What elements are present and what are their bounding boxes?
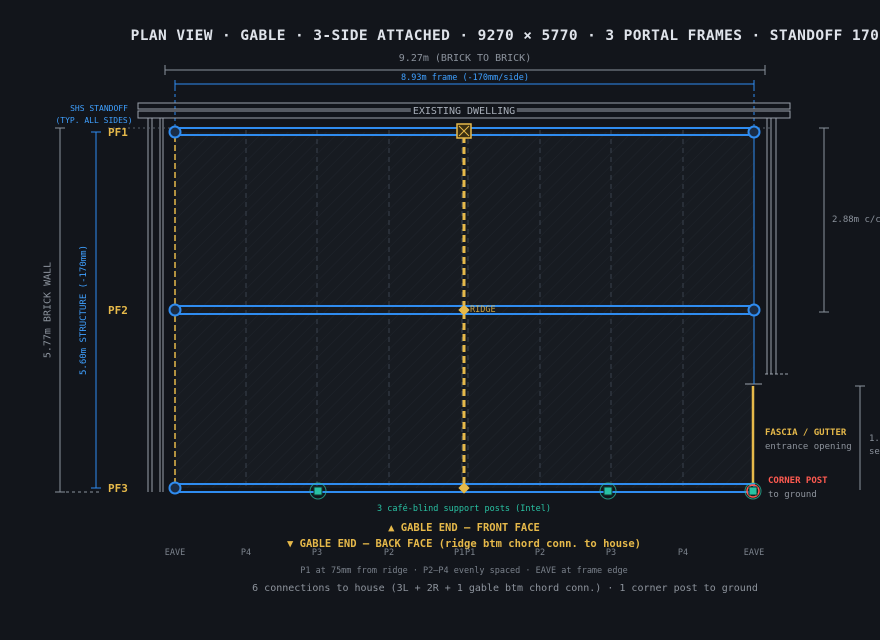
pf1-label: PF1	[108, 126, 128, 139]
purlin-note: P1 at 75mm from ridge · P2–P4 evenly spa…	[300, 566, 628, 576]
axis-p4-left: P4	[240, 548, 252, 558]
shs-standoff-label: SHS STANDOFF	[70, 104, 128, 113]
fascia-gutter-label: FASCIA / GUTTER	[765, 428, 847, 438]
frame-spacing-label: 2.88m c/c	[832, 215, 880, 225]
right-dim-partial-label-2: se	[869, 447, 880, 457]
brick-width-label: 9.27m (BRICK TO BRICK)	[398, 53, 532, 64]
to-ground-label: to ground	[768, 490, 817, 500]
axis-eave-right: EAVE	[743, 548, 765, 558]
gable-front-label: ▲ GABLE END — FRONT FACE	[388, 522, 540, 534]
connections-note: 6 connections to house (3L + 2R + 1 gabl…	[252, 583, 758, 594]
pf2-label: PF2	[108, 304, 128, 317]
axis-p2-right: P2	[534, 548, 546, 558]
plan-view-drawing: PLAN VIEW · GABLE · 3-SIDE ATTACHED · 92…	[0, 0, 880, 640]
structure-dimension	[91, 131, 101, 489]
axis-p1-right: P1	[465, 548, 476, 558]
brick-wall-height-label: 5.77m BRICK WALL	[42, 261, 54, 359]
existing-dwelling-label: EXISTING DWELLING	[410, 106, 518, 117]
axis-p1-left: P1	[454, 548, 465, 558]
ridge-label: RIDGE	[470, 305, 496, 315]
pf3-label: PF3	[108, 482, 128, 495]
entrance-opening-label: entrance opening	[765, 442, 852, 452]
cafe-blind-post-3	[744, 482, 762, 500]
right-dim-partial-label: 1.	[869, 434, 880, 444]
axis-p2-left: P2	[383, 548, 395, 558]
brick-wall-dimension	[55, 127, 100, 493]
typ-all-sides-label: (TYP. ALL SIDES)	[55, 116, 133, 125]
drawing-title: PLAN VIEW · GABLE · 3-SIDE ATTACHED · 92…	[130, 28, 880, 44]
left-brick-wall	[147, 118, 164, 492]
axis-p3-right: P3	[605, 548, 617, 558]
axis-eave-left: EAVE	[164, 548, 186, 558]
frame-width-label: 8.93m frame (-170mm/side)	[401, 73, 529, 83]
cafe-blind-label: 3 café-blind support posts (Intel)	[377, 504, 551, 514]
structure-height-label: 5.60m STRUCTURE (-170mm)	[79, 244, 89, 376]
gable-btm-chord-connection-icon	[456, 123, 472, 139]
axis-p3-left: P3	[311, 548, 323, 558]
axis-p4-right: P4	[677, 548, 689, 558]
corner-post-label: CORNER POST	[768, 476, 828, 486]
